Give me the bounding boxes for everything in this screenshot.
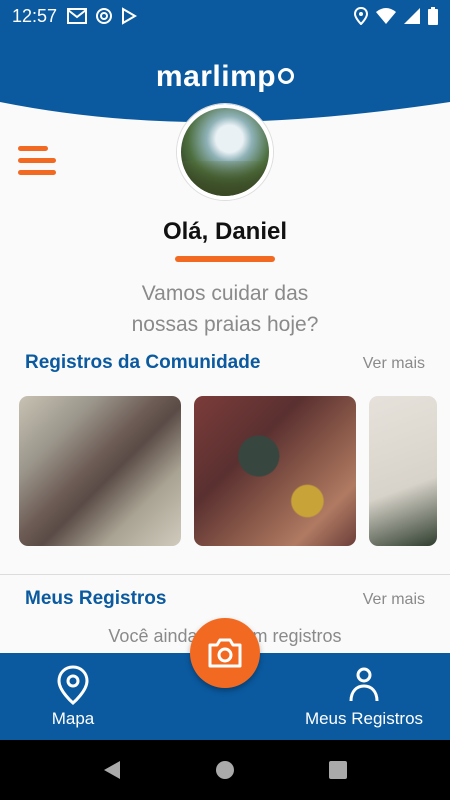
play-store-icon <box>122 7 138 25</box>
community-photo[interactable] <box>194 396 356 546</box>
recents-icon[interactable] <box>328 760 348 780</box>
community-gallery[interactable] <box>19 396 437 546</box>
logo-text: marlimp <box>155 60 277 93</box>
menu-button[interactable] <box>18 146 56 176</box>
menu-bar-icon <box>18 146 48 151</box>
gmail-icon <box>67 8 88 24</box>
user-icon <box>349 667 379 702</box>
nav-mapa[interactable]: Mapa <box>28 653 118 740</box>
subtitle-line-2: nossas praias hoje? <box>131 313 319 336</box>
my-records-more-link[interactable]: Ver mais <box>363 591 425 609</box>
nav-mapa-label: Mapa <box>51 709 95 728</box>
community-title: Registros da Comunidade <box>25 352 261 373</box>
back-icon[interactable] <box>102 760 122 780</box>
greeting-underline <box>175 256 275 262</box>
subtitle: Vamos cuidar das nossas praias hoje? <box>0 278 450 340</box>
logo-mark-icon <box>278 68 295 85</box>
section-divider <box>0 574 450 575</box>
greeting: Olá, Daniel <box>162 218 288 245</box>
signal-icon <box>404 8 420 24</box>
avatar[interactable] <box>177 104 273 200</box>
community-more-link[interactable]: Ver mais <box>363 355 425 373</box>
community-header: Registros da Comunidade Ver mais <box>25 352 425 374</box>
status-bar: 12:57 <box>0 0 450 32</box>
my-records-title: Meus Registros <box>25 588 167 609</box>
system-navigation-bar <box>0 740 450 800</box>
status-time: 12:57 <box>12 5 58 26</box>
community-photo[interactable] <box>19 396 181 546</box>
menu-bar-icon <box>18 158 56 163</box>
location-icon <box>354 7 368 25</box>
battery-icon <box>428 7 438 25</box>
nav-meus-registros[interactable]: Meus Registros <box>298 653 430 740</box>
menu-bar-icon <box>18 170 56 175</box>
camera-button[interactable] <box>190 618 260 688</box>
community-photo[interactable] <box>369 396 437 546</box>
nav-meus-registros-label: Meus Registros <box>304 709 424 728</box>
app-logo: marlimp <box>0 60 450 94</box>
camera-icon <box>208 638 242 668</box>
subtitle-line-1: Vamos cuidar das <box>141 282 309 305</box>
at-sign-icon <box>96 8 113 24</box>
my-records-header: Meus Registros Ver mais <box>25 588 425 610</box>
home-icon[interactable] <box>215 760 235 780</box>
wifi-icon <box>376 8 396 24</box>
map-pin-icon <box>57 665 89 705</box>
